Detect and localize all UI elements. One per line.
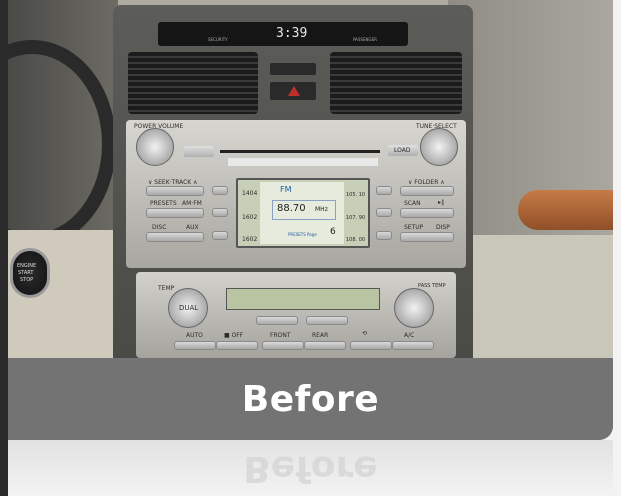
load-label: LOAD [394,147,411,154]
before-image-card: ENGINE START STOP SECURITY 3:39 PASSENGE… [8,0,613,440]
preset-button-3[interactable] [212,231,228,240]
cd-slot[interactable] [220,150,380,153]
dashboard-photo: ENGINE START STOP SECURITY 3:39 PASSENGE… [8,0,613,358]
clock-time: 3:39 [276,26,308,41]
clock-left-label: SECURITY [208,37,228,42]
fan-down-button[interactable] [256,316,298,325]
disc-aux-button[interactable] [146,232,204,242]
before-caption: Before [241,378,380,420]
front-defrost-button[interactable] [262,341,304,350]
recirc-button[interactable] [350,341,392,350]
off-label: ■ OFF [224,332,244,339]
seek-track-button[interactable] [146,186,204,196]
main-display: FM 88.70 MHz PRESETS Page 6 [260,182,344,244]
hazard-icon [288,86,300,96]
setup-label: SETUP [404,224,424,231]
reflected-caption: Before [243,448,378,489]
caption-reflection: Before [8,440,613,496]
folder-label: ∨ FOLDER ∧ [408,179,445,186]
tune-knob[interactable] [420,128,458,166]
presets-page-number: 6 [330,227,336,237]
presets-page-label: PRESETS Page [288,232,317,237]
load-button[interactable]: LOAD [388,145,418,156]
frequency-box: 88.70 MHz [272,200,336,220]
start-line3: STOP [20,277,34,283]
wood-trim [518,190,613,230]
setup-disp-button[interactable] [400,232,454,242]
am-fm-label: AM·FM [182,200,202,207]
start-line1: ENGINE [17,263,37,269]
instruction-strip [228,158,378,166]
seek-track-label: ∨ SEEK·TRACK ∧ [148,179,198,186]
fan-up-button[interactable] [306,316,348,325]
ac-label: A/C [404,332,415,339]
scan-label: SCAN [404,200,421,207]
right-preset-1: 105. 10 [346,192,366,198]
preset-button-4[interactable] [376,186,392,195]
driver-temp-knob[interactable]: DUAL [168,288,208,328]
eject-button[interactable] [184,146,214,157]
rear-label: REAR [312,332,329,339]
temp-label: TEMP [158,285,175,292]
aux-label: AUX [186,224,199,231]
passenger-temp-knob[interactable] [394,288,434,328]
scan-symbol: ▸∥ [438,199,445,206]
hazard-button[interactable] [270,82,316,100]
radio-screen: 1404 1602 1602 FM 88.70 MHz PRESETS Page… [236,178,370,248]
clock-right-label: PASSENGER [353,37,377,42]
right-air-vent[interactable] [330,52,462,114]
climate-display [226,288,380,310]
recirc-icon: ⟲ [362,330,368,337]
frequency-value: 88.70 [277,203,306,214]
scan-button[interactable] [400,208,454,218]
band-label: FM [280,185,292,194]
right-preset-2: 107. 90 [346,215,366,221]
pass-temp-label: PASS TEMP [418,283,446,289]
disp-label: DISP [436,224,450,231]
right-preset-3: 108. 00 [346,237,366,243]
left-preset-3: 1602 [242,236,258,243]
auto-button[interactable] [174,341,216,350]
dashboard-lower-right [468,235,613,358]
volume-knob[interactable] [136,128,174,166]
clock-display: SECURITY 3:39 PASSENGER [158,22,408,46]
engine-start-button[interactable]: ENGINE START STOP [10,248,50,298]
rear-defrost-button[interactable] [304,341,346,350]
caption-band: Before [8,358,613,440]
presets-label: PRESETS [150,200,177,207]
off-button[interactable] [216,341,258,350]
front-label: FRONT [270,332,291,339]
preset-button-2[interactable] [212,208,228,217]
presets-button[interactable] [146,208,204,218]
folder-button[interactable] [400,186,454,196]
start-line2: START [18,270,34,276]
preset-button-5[interactable] [376,208,392,217]
preset-button-6[interactable] [376,231,392,240]
left-edge-strip [0,0,8,496]
vent-control-button[interactable] [270,63,316,75]
left-preset-1: 1404 [242,190,258,197]
ac-button[interactable] [392,341,434,350]
dual-label: DUAL [179,304,199,312]
preset-button-1[interactable] [212,186,228,195]
disc-label: DISC [152,224,167,231]
auto-label: AUTO [186,332,203,339]
frequency-unit: MHz [315,206,328,213]
left-air-vent[interactable] [128,52,258,114]
left-preset-2: 1602 [242,214,258,221]
